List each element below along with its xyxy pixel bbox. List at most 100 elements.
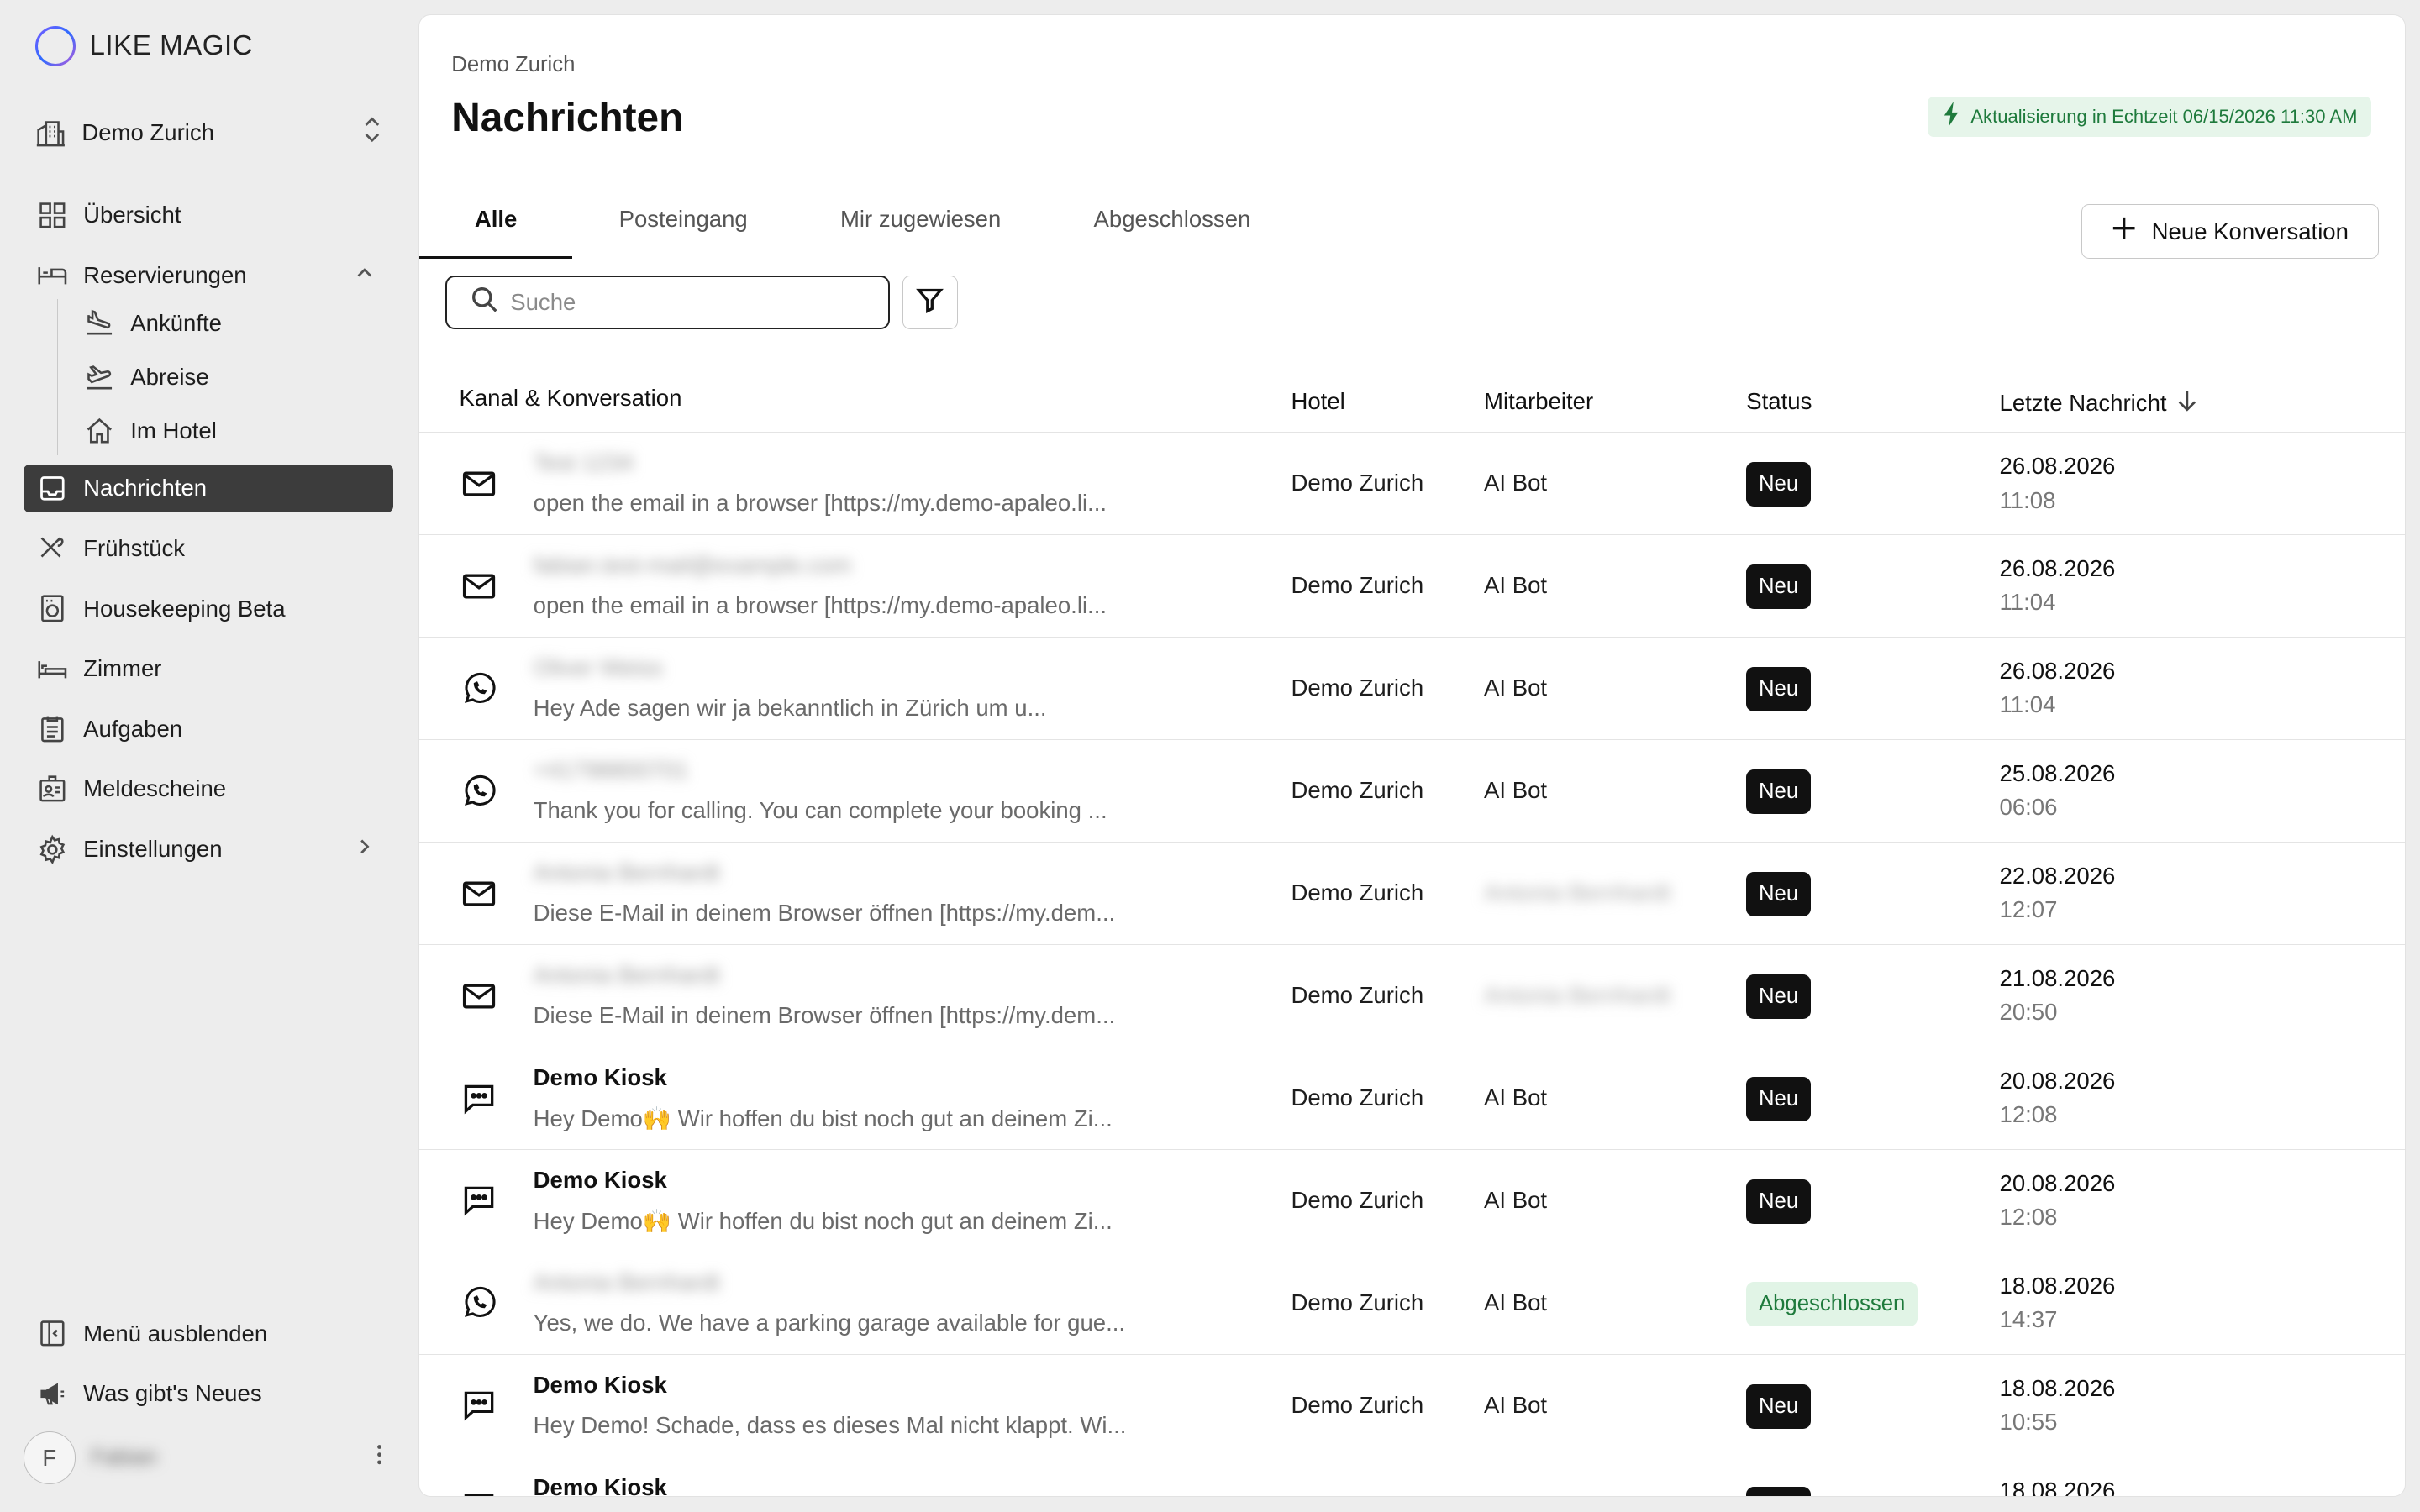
- nav-item-breakfast[interactable]: Frühstück: [24, 524, 394, 572]
- nav-item-overview[interactable]: Übersicht: [24, 192, 394, 239]
- filter-button[interactable]: [902, 275, 958, 330]
- table-row[interactable]: Demo Kiosk Hey Demo🙌 Wir hoffen du bist …: [418, 1047, 2406, 1150]
- table-row[interactable]: Oliver Weiss Hey Ade sagen wir ja bekann…: [418, 638, 2406, 741]
- table-row[interactable]: Antonia Bernhardt Diese E-Mail in deinem…: [418, 843, 2406, 946]
- status-badge: Neu: [1746, 564, 1811, 610]
- table-row[interactable]: Demo Kiosk Hey Demo! Schade, dass es die…: [418, 1355, 2406, 1457]
- nav-label: Menü ausblenden: [83, 1320, 268, 1347]
- last-message-date: 26.08.2026: [1999, 658, 2116, 685]
- nav-item-reservations[interactable]: Reservierungen: [24, 251, 394, 299]
- search-input[interactable]: [510, 289, 850, 317]
- last-message-date: 18.08.2026: [1999, 1374, 2116, 1401]
- last-message-time: 20:50: [1999, 999, 2058, 1026]
- table-row[interactable]: Antonia Bernhardt Yes, we do. We have a …: [418, 1252, 2406, 1355]
- hotel-cell: Demo Zurich: [1291, 982, 1424, 1009]
- staff-cell: AI Bot: [1484, 470, 1548, 496]
- status-badge: Neu: [1746, 1179, 1811, 1225]
- nav-item-departures[interactable]: Abreise: [84, 354, 393, 402]
- bed-single-icon: [37, 654, 68, 685]
- filter-icon: [916, 286, 944, 319]
- conversation-preview: Thank you for calling. You can complete …: [533, 797, 1107, 824]
- tab-inbox[interactable]: Posteingang: [572, 194, 793, 259]
- last-message-date: 20.08.2026: [1999, 1169, 2116, 1196]
- nav-item-settings[interactable]: Einstellungen: [24, 826, 394, 874]
- nav-label: Frühstück: [83, 534, 186, 561]
- clipboard-icon: [37, 713, 68, 744]
- last-message-date: 18.08.2026: [1999, 1272, 2116, 1299]
- nav-label: Reservierungen: [83, 261, 247, 288]
- user-menu[interactable]: F Fabian: [23, 1431, 394, 1486]
- status-badge: Neu: [1746, 974, 1811, 1020]
- nav-item-rooms[interactable]: Zimmer: [24, 645, 394, 693]
- main-nav: Übersicht Reservierungen Ankünfte Abreis…: [23, 192, 394, 885]
- brand-logo-icon: [35, 26, 76, 66]
- hotel-cell: Demo Zurich: [1291, 1187, 1424, 1213]
- hotel-cell: Demo Zurich: [1291, 1289, 1424, 1315]
- plane-landing-icon: [84, 307, 115, 339]
- new-conversation-label: Neue Konversation: [2151, 218, 2349, 244]
- new-conversation-button[interactable]: Neue Konversation: [2081, 204, 2380, 259]
- home-icon: [84, 416, 115, 447]
- nav-item-housekeeping[interactable]: Housekeeping Beta: [24, 585, 394, 633]
- status-badge: Neu: [1746, 1383, 1811, 1429]
- table-row[interactable]: Demo Kiosk Hey Demo🙌 Wir hoffen du bist …: [418, 1150, 2406, 1252]
- staff-cell: AI Bot: [1484, 1084, 1548, 1111]
- last-message-time: 12:07: [1999, 896, 2058, 923]
- conversation-preview: open the email in a browser [https://my.…: [533, 490, 1107, 517]
- hotel-cell: Demo Zurich: [1291, 1084, 1424, 1111]
- mail-icon: [460, 568, 497, 612]
- conversation-preview: Diese E-Mail in deinem Browser öffnen [h…: [533, 900, 1116, 927]
- nav-item-registration[interactable]: Meldescheine: [24, 765, 394, 813]
- last-message-time: 12:08: [1999, 1204, 2058, 1231]
- table-row[interactable]: fabian.test-mail@example.com open the em…: [418, 535, 2406, 638]
- tab-assigned-to-me[interactable]: Mir zugewiesen: [794, 194, 1048, 259]
- table-row[interactable]: Demo Kiosk Neu 18.08.2026: [419, 1457, 2406, 1497]
- tab-closed[interactable]: Abgeschlossen: [1047, 194, 1297, 259]
- gear-icon: [37, 834, 68, 865]
- last-message-date: 18.08.2026: [1999, 1477, 2116, 1497]
- more-vertical-icon[interactable]: [375, 1442, 384, 1473]
- staff-cell: AI Bot: [1484, 1391, 1548, 1418]
- hide-menu-button[interactable]: Menü ausblenden: [24, 1310, 394, 1357]
- status-badge: Neu: [1746, 769, 1811, 815]
- table-row[interactable]: +41798800701 Thank you for calling. You …: [418, 740, 2406, 843]
- conversation-preview: Yes, we do. We have a parking garage ava…: [533, 1309, 1126, 1336]
- live-update-badge: Aktualisierung in Echtzeit 06/15/2026 11…: [1927, 96, 2371, 137]
- chat-bubble-icon: [460, 1387, 497, 1431]
- column-conversation[interactable]: Kanal & Konversation: [459, 385, 681, 412]
- tab-all[interactable]: Alle: [418, 194, 573, 259]
- hotel-cell: Demo Zurich: [1291, 777, 1424, 804]
- conversation-preview: Hey Demo🙌 Wir hoffen du bist noch gut an…: [533, 1207, 1113, 1234]
- conversation-title: fabian.test-mail@example.com: [533, 552, 852, 579]
- id-badge-icon: [37, 774, 68, 805]
- column-status[interactable]: Status: [1746, 388, 1812, 415]
- chat-bubble-icon: [460, 1080, 497, 1124]
- column-hotel[interactable]: Hotel: [1291, 388, 1344, 415]
- brand[interactable]: LIKE MAGIC: [35, 26, 253, 66]
- status-badge: Abgeschlossen: [1746, 1281, 1918, 1327]
- hotel-cell: Demo Zurich: [1291, 470, 1424, 496]
- whats-new-button[interactable]: Was gibt's Neues: [24, 1370, 394, 1418]
- conversation-title: Demo Kiosk: [533, 1064, 667, 1091]
- column-staff[interactable]: Mitarbeiter: [1484, 388, 1593, 415]
- column-last-message[interactable]: Letzte Nachricht: [2000, 388, 2198, 418]
- nav-label: Was gibt's Neues: [83, 1380, 262, 1407]
- conversation-title: Antonia Bernhardt: [533, 859, 720, 886]
- table-row[interactable]: Antonia Bernhardt Diese E-Mail in deinem…: [418, 945, 2406, 1047]
- nav-label: Zimmer: [83, 655, 162, 682]
- last-message-date: 26.08.2026: [1999, 555, 2116, 582]
- nav-item-messages[interactable]: Nachrichten: [23, 464, 394, 512]
- staff-cell: AI Bot: [1484, 777, 1548, 804]
- nav-item-in-hotel[interactable]: Im Hotel: [84, 407, 393, 455]
- whatsapp-icon: [460, 1284, 497, 1328]
- property-switcher[interactable]: Demo Zurich: [35, 111, 382, 154]
- nav-item-tasks[interactable]: Aufgaben: [24, 705, 394, 753]
- last-message-time: 06:06: [1999, 794, 2058, 821]
- property-name: Demo Zurich: [82, 118, 214, 145]
- nav-item-arrivals[interactable]: Ankünfte: [84, 299, 393, 347]
- table-row[interactable]: Test 1234 open the email in a browser [h…: [418, 433, 2406, 536]
- bottom-nav: Menü ausblenden Was gibt's Neues: [24, 1310, 394, 1430]
- conversation-title: Test 1234: [533, 449, 634, 476]
- last-message-time: 11:04: [1999, 589, 2056, 616]
- conversation-title: Antonia Bernhardt: [533, 962, 720, 989]
